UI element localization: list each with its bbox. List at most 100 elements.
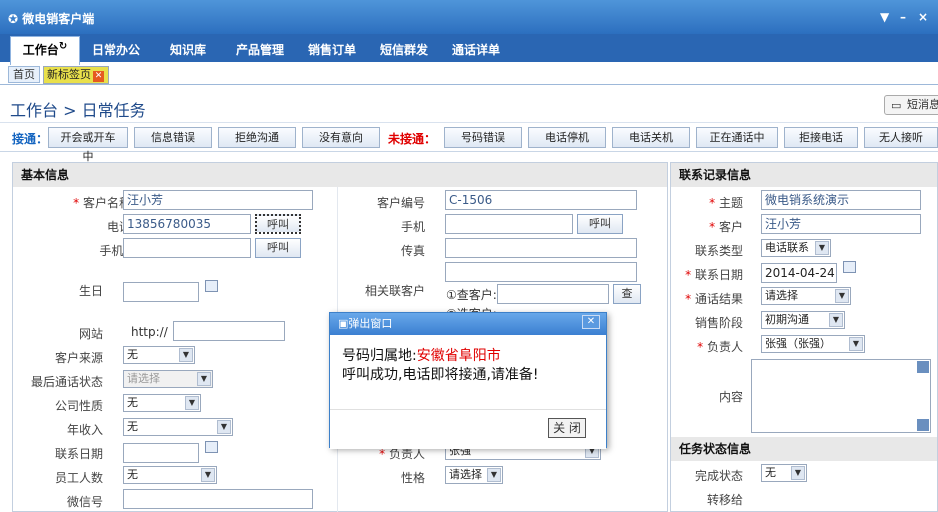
record-date-field[interactable]: 2014-04-24	[761, 263, 837, 283]
btn-no-answer[interactable]: 无人接听	[864, 127, 938, 148]
call-phone-button[interactable]: 呼叫	[255, 214, 301, 234]
btn-busy[interactable]: 正在通话中	[696, 127, 778, 148]
refresh-icon[interactable]: ↻	[59, 41, 67, 52]
chevron-down-icon: ▼	[201, 468, 215, 482]
customer-field[interactable]: 汪小芳	[761, 214, 921, 234]
related-customer-field[interactable]	[445, 262, 637, 282]
call-result-bar: 接通： 开会或开车中 信息错误 拒绝沟通 没有意向 未接通： 号码错误 电话停机…	[0, 124, 938, 163]
tab-home[interactable]: 首页	[8, 66, 40, 83]
btn-info-error[interactable]: 信息错误	[134, 127, 212, 148]
sales-stage-label: 销售阶段	[694, 316, 743, 330]
content-label: 内容	[718, 390, 743, 404]
query-button[interactable]: 查	[613, 284, 641, 304]
customer-name-field[interactable]: 汪小芳	[123, 190, 313, 210]
chevron-down-icon: ▼	[849, 337, 863, 351]
record-owner-label: * 负责人	[697, 340, 743, 354]
btn-meeting[interactable]: 开会或开车中	[48, 127, 128, 163]
main-menu: 工作台↻ 日常办公 知识库 产品管理 销售订单 短信群发 通话详单	[0, 34, 938, 65]
phone-field[interactable]: 13856780035	[123, 214, 251, 234]
menu-sales-order[interactable]: 销售订单	[308, 41, 356, 58]
menu-knowledge[interactable]: 知识库	[170, 41, 206, 58]
popup-close-button[interactable]: 关 闭	[548, 418, 586, 438]
btn-suspended[interactable]: 电话停机	[528, 127, 606, 148]
record-owner-select[interactable]: 张强（张强） ▼	[761, 335, 865, 353]
source-label: 客户来源	[54, 351, 103, 365]
contact-record-panel: 联系记录信息 * 主题 微电销系统演示 * 客户 汪小芳 联系类型 电话联系 ▼ …	[670, 162, 938, 512]
mobile2-field[interactable]	[123, 238, 251, 258]
call-mobile2-button[interactable]: 呼叫	[255, 238, 301, 258]
chevron-down-icon: ▼	[815, 241, 829, 255]
done-label: 完成状态	[694, 469, 743, 483]
tab-new[interactable]: 新标签页 ✕	[43, 66, 109, 84]
birthday-field[interactable]	[123, 282, 199, 302]
menu-sms[interactable]: 短信群发	[380, 41, 428, 58]
app-title: ✪ 微电销客户端	[8, 12, 95, 26]
menu-workbench[interactable]: 工作台↻	[10, 36, 80, 65]
btn-power-off[interactable]: 电话关机	[612, 127, 690, 148]
query-customer-field[interactable]	[497, 284, 609, 304]
scroll-up-icon[interactable]	[917, 361, 929, 373]
source-select[interactable]: 无 ▼	[123, 346, 195, 364]
chevron-down-icon: ▼	[791, 466, 805, 480]
minimize-icon[interactable]: –	[900, 10, 906, 24]
chevron-down-icon: ▼	[217, 420, 231, 434]
customer-no-field[interactable]: C-1506	[445, 190, 637, 210]
menu-daily-office[interactable]: 日常办公	[92, 41, 140, 58]
contact-date-field[interactable]	[123, 443, 199, 463]
call-mobile-button[interactable]: 呼叫	[577, 214, 623, 234]
birthday-label: 生日	[78, 284, 103, 298]
character-select[interactable]: 请选择 ▼	[445, 466, 503, 484]
popup-header: ▣弹出窗口 ✕	[330, 313, 606, 335]
btn-refuse[interactable]: 拒绝沟通	[218, 127, 296, 148]
btn-wrong-number[interactable]: 号码错误	[444, 127, 522, 148]
staff-select[interactable]: 无 ▼	[123, 466, 217, 484]
customer-name-label: * 客户名称	[73, 196, 131, 210]
customer-no-label: 客户编号	[376, 196, 425, 210]
dropdown-icon[interactable]: ▼	[880, 10, 889, 24]
character-label: 性格	[400, 471, 425, 485]
close-icon[interactable]: ×	[918, 10, 928, 24]
fax-label: 传真	[400, 244, 425, 258]
not-connected-label: 未接通：	[388, 132, 437, 146]
sms-button[interactable]: ▭ 短消息	[884, 95, 938, 115]
mobile-label: 手机	[400, 220, 425, 234]
subject-field[interactable]: 微电销系统演示	[761, 190, 921, 210]
calendar-icon[interactable]	[843, 261, 856, 273]
task-status-title: 任务状态信息	[671, 437, 937, 461]
tab-strip: 首页 新标签页 ✕	[0, 65, 938, 85]
tab-close-icon[interactable]: ✕	[93, 71, 104, 82]
calendar-icon[interactable]	[205, 280, 218, 292]
done-select[interactable]: 无 ▼	[761, 464, 807, 482]
website-label: 网站	[78, 327, 103, 341]
transfer-label: 转移给	[706, 493, 743, 507]
call-result-select[interactable]: 请选择 ▼	[761, 287, 851, 305]
popup-footer: 关 闭	[330, 409, 606, 449]
fax-field[interactable]	[445, 238, 637, 258]
chevron-down-icon: ▼	[179, 348, 193, 362]
popup-close-icon[interactable]: ✕	[582, 315, 600, 329]
sales-stage-select[interactable]: 初期沟通 ▼	[761, 311, 845, 329]
income-select[interactable]: 无 ▼	[123, 418, 233, 436]
menu-product[interactable]: 产品管理	[236, 41, 284, 58]
location-label: 号码归属地:	[342, 348, 417, 364]
chevron-down-icon: ▼	[835, 289, 849, 303]
website-field[interactable]	[173, 321, 285, 341]
mobile-field[interactable]	[445, 214, 573, 234]
last-call-select[interactable]: 请选择 ▼	[123, 370, 213, 388]
company-label: 公司性质	[54, 399, 103, 413]
window-icon: ▣	[338, 317, 349, 330]
scroll-down-icon[interactable]	[917, 419, 929, 431]
message-icon: ▭	[891, 99, 902, 112]
mobile2-label: 手机2	[99, 244, 131, 258]
company-select[interactable]: 无 ▼	[123, 394, 201, 412]
phone-label: 电话	[106, 220, 131, 234]
content-textarea[interactable]	[751, 359, 931, 433]
breadcrumb-area: 工作台 > 日常任务 ▭ 短消息	[0, 85, 938, 123]
btn-no-intent[interactable]: 没有意向	[302, 127, 380, 148]
btn-reject[interactable]: 拒接电话	[784, 127, 858, 148]
wechat-field[interactable]	[123, 489, 313, 509]
contact-type-select[interactable]: 电话联系 ▼	[761, 239, 831, 257]
sms-button-label: 短消息	[907, 98, 938, 111]
calendar-icon[interactable]	[205, 441, 218, 453]
menu-call-detail[interactable]: 通话详单	[452, 41, 500, 58]
